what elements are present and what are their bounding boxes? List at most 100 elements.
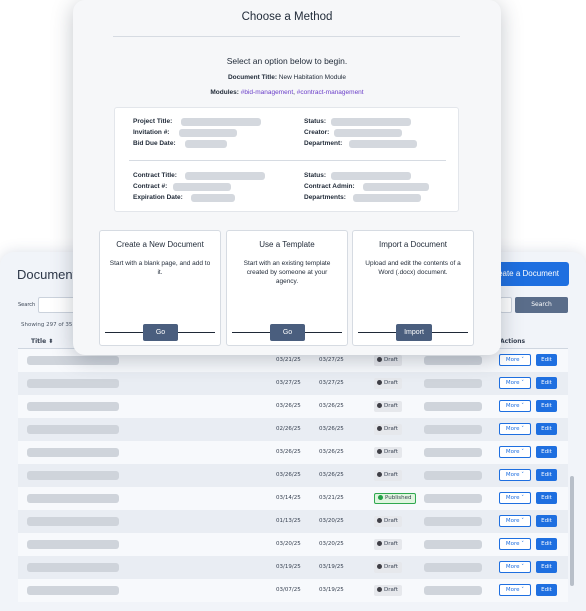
table-row[interactable]: 03/27/25 03/27/25 Draft More ˅ Edit: [18, 372, 568, 395]
option-title: Import a Document: [378, 240, 448, 249]
project-status-placeholder: [331, 118, 411, 126]
table-row[interactable]: 03/26/25 03/26/25 Draft More ˅ Edit: [18, 395, 568, 418]
row-modified-date: 03/26/25: [319, 426, 344, 432]
row-owner-placeholder: [424, 540, 482, 549]
status-badge: Draft: [374, 401, 402, 412]
page-title: Document: [17, 267, 77, 282]
more-dropdown-button[interactable]: More ˅: [499, 446, 531, 458]
more-dropdown-button[interactable]: More ˅: [499, 377, 531, 389]
project-title-placeholder: [181, 118, 261, 126]
edit-button[interactable]: Edit: [536, 377, 557, 389]
row-created-date: 03/07/25: [276, 587, 301, 593]
contract-title-placeholder: [185, 172, 265, 180]
more-dropdown-button[interactable]: More ˅: [499, 423, 531, 435]
status-badge: Published: [374, 493, 417, 504]
more-dropdown-button[interactable]: More ˅: [499, 400, 531, 412]
invitation-placeholder: [179, 129, 237, 137]
edit-button[interactable]: Edit: [536, 584, 557, 596]
more-dropdown-button[interactable]: More ˅: [499, 354, 531, 366]
linked-records-box: Project Title: Invitation #: Bid Due Dat…: [114, 107, 459, 212]
row-owner-placeholder: [424, 471, 482, 480]
search-button[interactable]: Search: [515, 297, 568, 313]
row-title-placeholder[interactable]: [27, 563, 119, 572]
choose-method-modal: Choose a Method Select an option below t…: [73, 0, 501, 355]
table-row[interactable]: 03/26/25 03/26/25 Draft More ˅ Edit: [18, 441, 568, 464]
modules-label: Modules:: [210, 89, 239, 96]
more-dropdown-button[interactable]: More ˅: [499, 538, 531, 550]
expiration-date-placeholder: [191, 194, 235, 202]
edit-button[interactable]: Edit: [536, 538, 557, 550]
row-title-placeholder[interactable]: [27, 425, 119, 434]
edit-button[interactable]: Edit: [536, 423, 557, 435]
module-tag-contract-management[interactable]: #contract-management: [297, 89, 364, 96]
status-text: Draft: [384, 587, 398, 593]
scrollbar[interactable]: [570, 476, 574, 586]
status-badge: Draft: [374, 539, 402, 550]
expiration-date-label: Expiration Date:: [133, 194, 183, 201]
status-text: Draft: [384, 403, 398, 409]
status-dot-icon: [377, 586, 382, 592]
status-text: Draft: [384, 426, 398, 432]
row-title-placeholder[interactable]: [27, 517, 119, 526]
status-badge: Draft: [374, 562, 402, 573]
edit-button[interactable]: Edit: [536, 561, 557, 573]
status-dot-icon: [377, 448, 382, 454]
import-button[interactable]: Import: [396, 324, 432, 341]
create-new-go-button[interactable]: Go: [143, 324, 178, 341]
table-row[interactable]: 03/14/25 03/21/25 Published More ˅ Edit: [18, 487, 568, 510]
more-dropdown-button[interactable]: More ˅: [499, 515, 531, 527]
option-description: Start with a blank page, and add to it.: [109, 260, 211, 276]
row-title-placeholder[interactable]: [27, 402, 119, 411]
status-text: Draft: [384, 380, 398, 386]
status-dot-icon: [377, 517, 382, 523]
row-owner-placeholder: [424, 563, 482, 572]
row-title-placeholder[interactable]: [27, 379, 119, 388]
edit-button[interactable]: Edit: [536, 400, 557, 412]
results-count: Showing 297 of 35: [21, 322, 73, 328]
row-modified-date: 03/27/25: [319, 380, 344, 386]
edit-button[interactable]: Edit: [536, 446, 557, 458]
table-row[interactable]: 03/19/25 03/19/25 Draft More ˅ Edit: [18, 556, 568, 579]
row-title-placeholder[interactable]: [27, 471, 119, 480]
row-title-placeholder[interactable]: [27, 494, 119, 503]
search-filter-input[interactable]: [500, 297, 512, 313]
row-owner-placeholder: [424, 356, 482, 365]
row-modified-date: 03/21/25: [319, 495, 344, 501]
table-row[interactable]: 03/07/25 03/19/25 Draft More ˅ Edit: [18, 579, 568, 602]
modal-subtitle: Select an option below to begin.: [226, 56, 348, 66]
row-title-placeholder[interactable]: [27, 540, 119, 549]
table-row[interactable]: 02/26/25 03/26/25 Draft More ˅ Edit: [18, 418, 568, 441]
more-dropdown-button[interactable]: More ˅: [499, 492, 531, 504]
status-badge: Draft: [374, 447, 402, 458]
status-badge: Draft: [374, 378, 402, 389]
module-tag-bid-management[interactable]: #bid-management: [241, 89, 293, 96]
table-row[interactable]: 03/26/25 03/26/25 Draft More ˅ Edit: [18, 464, 568, 487]
row-modified-date: 03/27/25: [319, 357, 344, 363]
department-placeholder: [349, 140, 417, 148]
edit-button[interactable]: Edit: [536, 515, 557, 527]
row-created-date: 03/27/25: [276, 380, 301, 386]
contract-admin-label: Contract Admin:: [304, 183, 355, 190]
row-title-placeholder[interactable]: [27, 356, 119, 365]
status-dot-icon: [378, 494, 383, 500]
more-dropdown-button[interactable]: More ˅: [499, 469, 531, 481]
row-owner-placeholder: [424, 448, 482, 457]
row-title-placeholder[interactable]: [27, 586, 119, 595]
row-title-placeholder[interactable]: [27, 448, 119, 457]
table-row[interactable]: 03/20/25 03/20/25 Draft More ˅ Edit: [18, 533, 568, 556]
use-template-go-button[interactable]: Go: [270, 324, 305, 341]
row-modified-date: 03/19/25: [319, 587, 344, 593]
department-label: Department:: [304, 140, 343, 147]
column-header-title[interactable]: Title ⬍: [31, 338, 53, 345]
edit-button[interactable]: Edit: [536, 354, 557, 366]
row-created-date: 03/19/25: [276, 564, 301, 570]
edit-button[interactable]: Edit: [536, 469, 557, 481]
table-row[interactable]: 01/13/25 03/20/25 Draft More ˅ Edit: [18, 510, 568, 533]
row-created-date: 02/26/25: [276, 426, 301, 432]
more-dropdown-button[interactable]: More ˅: [499, 561, 531, 573]
more-dropdown-button[interactable]: More ˅: [499, 584, 531, 596]
row-owner-placeholder: [424, 425, 482, 434]
row-modified-date: 03/20/25: [319, 541, 344, 547]
status-text: Draft: [384, 472, 398, 478]
edit-button[interactable]: Edit: [536, 492, 557, 504]
